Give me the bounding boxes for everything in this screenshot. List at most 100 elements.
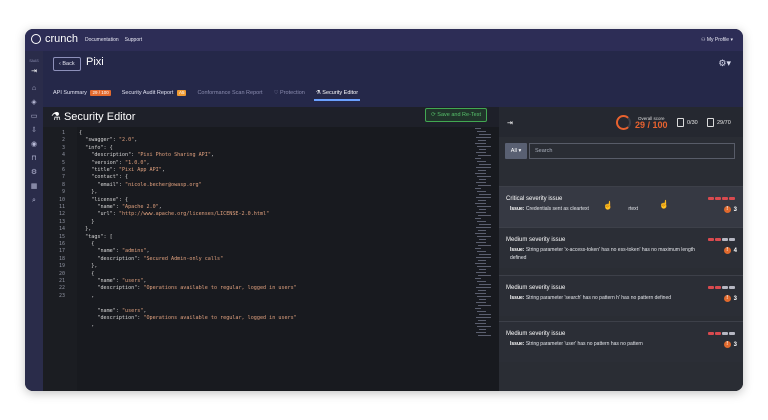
line-number: 16 xyxy=(58,241,65,247)
code-line: "info": { xyxy=(79,144,113,151)
minimap[interactable] xyxy=(475,128,491,338)
issue-extra-text: rtext xyxy=(628,206,639,212)
minimap-line xyxy=(479,269,486,270)
collapse-icon[interactable]: ⇥ xyxy=(507,119,513,127)
nav-documentation[interactable]: Documentation xyxy=(85,37,119,43)
issue-label: Issue: xyxy=(510,206,525,212)
hand-cursor-icon: ☝ xyxy=(659,200,669,209)
issue-card-medium[interactable]: Medium severity issue Issue: String para… xyxy=(499,227,743,268)
building-icon[interactable]: ▦ xyxy=(29,182,39,191)
home-icon[interactable]: ⌂ xyxy=(29,84,39,93)
code-line: "name": "Apache 2.0", xyxy=(79,204,162,210)
grade-badge: A5 xyxy=(176,90,187,96)
shield-icon: ♡ xyxy=(273,90,279,96)
minimap-line xyxy=(477,191,486,192)
issue-card-medium[interactable]: Medium severity issue Issue: String para… xyxy=(499,275,743,316)
left-rail: SAAS ⇥ ⌂ ◈ ▭ ⇩ ◉ ⊓ ⚙ ▦ ⌕ xyxy=(25,51,43,391)
minimap-line xyxy=(476,152,486,153)
minimap-line xyxy=(477,326,491,327)
severity-filter-dropdown[interactable]: All ▾ xyxy=(505,143,527,159)
severity-dot xyxy=(729,332,735,335)
api-icon[interactable]: ◈ xyxy=(29,98,39,107)
editor-title-text: Security Editor xyxy=(63,111,136,123)
severity-dot xyxy=(729,238,735,241)
minimap-line xyxy=(476,242,486,243)
import-icon[interactable]: ⇩ xyxy=(29,126,39,135)
minimap-line xyxy=(475,143,486,144)
issue-count: ! 3 xyxy=(723,341,737,348)
search-icon[interactable]: ⌕ xyxy=(29,196,39,205)
minimap-line xyxy=(477,251,486,252)
meter-value: 0/30 xyxy=(687,119,698,126)
collapse-icon[interactable]: ⇥ xyxy=(29,67,39,76)
minimap-line xyxy=(478,155,491,156)
issue-title: Medium severity issue xyxy=(506,237,566,243)
editor-header: ⚗ Security Editor ⟳ Save and Re-Test xyxy=(43,107,499,127)
top-nav: Documentation Support xyxy=(85,37,142,43)
meter-value: 29/70 xyxy=(717,119,731,126)
settings-icon[interactable]: ⚙ xyxy=(29,168,39,177)
issues-panel: ⇥ Overall score 29 / 100 0/30 29/70 All … xyxy=(499,107,743,391)
lock-icon[interactable]: ⊓ xyxy=(29,154,39,163)
back-button[interactable]: ‹ Back xyxy=(53,57,81,71)
line-number: 23 xyxy=(58,292,65,299)
minimap-line xyxy=(479,134,491,135)
issue-card-critical[interactable]: Critical severity issue Issue: Credentia… xyxy=(499,186,743,227)
issue-card-medium[interactable]: Medium severity issue Issue: String para… xyxy=(499,321,743,362)
minimap-line xyxy=(477,176,491,177)
code-line: "description": "Operations available to … xyxy=(79,315,297,321)
minimap-line xyxy=(479,284,491,285)
tab-label: Security Editor xyxy=(322,90,359,96)
flask-icon: ⚗ xyxy=(315,90,321,96)
minimap-line xyxy=(476,167,491,168)
brand-logo[interactable]: crunch xyxy=(31,33,78,45)
minimap-line xyxy=(476,257,491,258)
severity-dot xyxy=(715,197,721,200)
eye-icon[interactable]: ◉ xyxy=(29,140,39,149)
severity-dot xyxy=(708,286,714,289)
filter-label: All xyxy=(510,148,517,154)
tab-api-summary[interactable]: API Summary 29 / 100 xyxy=(53,87,111,99)
alert-icon: ! xyxy=(723,247,731,254)
tab-conformance-scan-report[interactable]: Conformance Scan Report xyxy=(197,87,262,99)
folder-icon[interactable]: ▭ xyxy=(29,112,39,121)
minimap-line xyxy=(475,203,486,204)
chevron-down-icon: ▾ xyxy=(518,148,522,154)
issue-text: Credentials sent as cleartext xyxy=(525,206,589,212)
minimap-line xyxy=(478,305,491,306)
line-number: 10 xyxy=(58,196,65,203)
issue-title: Critical severity issue xyxy=(506,196,563,202)
chevron-left-icon: ‹ xyxy=(59,61,61,67)
chevron-down-icon: ▾ xyxy=(730,37,733,43)
minimap-line xyxy=(476,332,486,333)
search-input[interactable]: Search xyxy=(529,143,735,159)
issue-count: ! 4 xyxy=(723,247,737,254)
severity-dot xyxy=(722,238,728,241)
code-line: "name": "users", xyxy=(79,278,147,284)
gear-icon[interactable]: ⚙▾ xyxy=(718,58,731,69)
minimap-line xyxy=(478,335,491,336)
severity-dot xyxy=(715,238,721,241)
code-line: }, xyxy=(79,189,98,196)
minimap-line xyxy=(477,221,486,222)
issue-count: ! 3 xyxy=(723,206,737,213)
line-number: 2 xyxy=(61,137,65,144)
tab-protection[interactable]: ♡ Protection xyxy=(274,87,305,99)
tab-security-audit-report[interactable]: Security Audit Report A5 xyxy=(122,87,187,99)
code-line: "swagger": "2.0", xyxy=(79,137,138,144)
minimap-line xyxy=(479,329,486,330)
minimap-line xyxy=(475,308,481,309)
profile-label: My Profile xyxy=(706,37,730,43)
code-line: { xyxy=(79,130,83,136)
code-line: } xyxy=(79,218,95,225)
code-line: "license": { xyxy=(79,196,129,203)
code-editor[interactable]: 1 2 3 4 5 6 7 8 9 10 11 12 13 14 15 16 17 18 19 20 21 22 23 { … xyxy=(43,127,499,391)
profile-menu[interactable]: ⚇ My Profile ▾ xyxy=(701,37,733,43)
issue-text: String parameter 'x-access-token' has no… xyxy=(510,247,695,261)
severity-indicator xyxy=(708,286,735,289)
tab-security-editor[interactable]: ⚗ Security Editor xyxy=(313,87,361,101)
nav-support[interactable]: Support xyxy=(125,37,143,43)
code-line: "contact": { xyxy=(79,174,129,181)
save-and-retest-button[interactable]: ⟳ Save and Re-Test xyxy=(425,108,487,122)
code-line: , xyxy=(79,292,95,299)
